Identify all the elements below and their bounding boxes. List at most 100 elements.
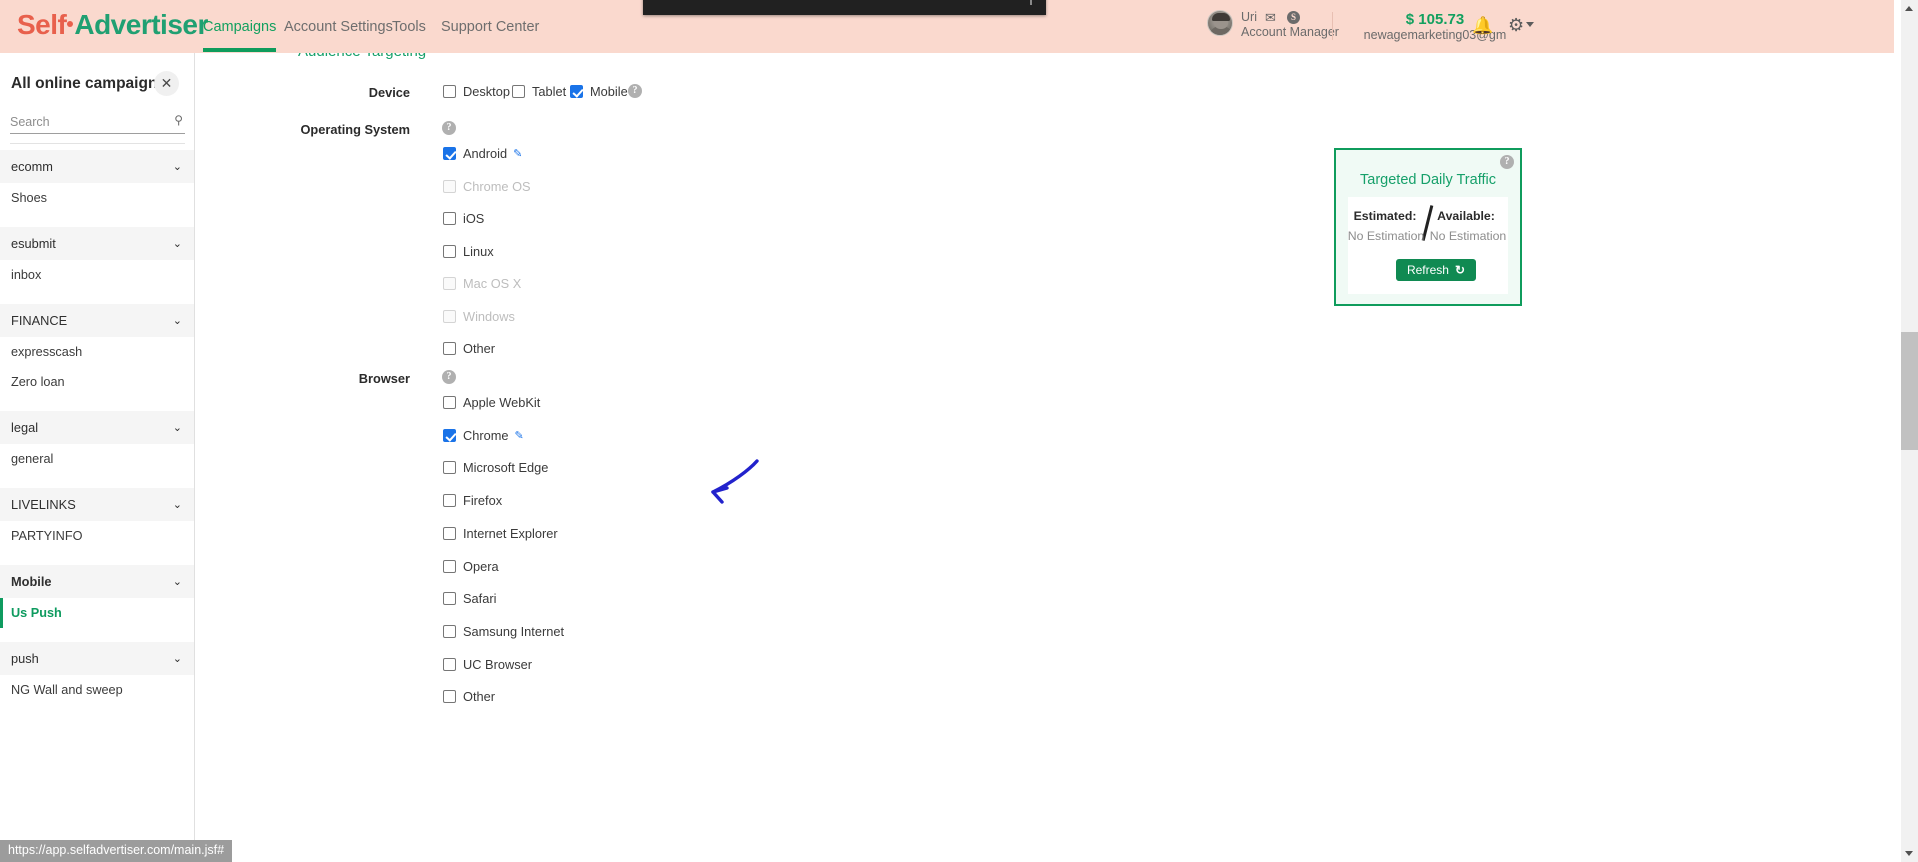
sidebar-group-spacer [0,705,194,719]
sidebar-divider [10,143,185,144]
chevron-down-icon[interactable]: ⌄ [173,652,182,665]
chevron-down-icon[interactable]: ⌄ [173,314,182,327]
checkbox-other[interactable] [443,690,456,704]
sidebar-campaign-label: Shoes [11,191,47,205]
sidebar-campaign-label: expresscash [11,345,83,359]
help-icon-device[interactable]: ? [628,84,642,98]
page-scrollbar[interactable] [1901,0,1918,862]
checkbox-internet-explorer[interactable] [443,526,456,540]
nav-support-center[interactable]: Support Center [441,19,539,47]
help-icon-browser[interactable]: ? [442,370,456,384]
search-input[interactable] [10,115,185,134]
nav-tools[interactable]: Tools [392,19,426,47]
os-option-ios[interactable]: iOS [443,211,484,226]
account-role: Account Manager [1241,25,1339,39]
device-option-desktop-label: Desktop [463,84,510,99]
sidebar-group-mobile[interactable]: Mobile ⌄ [0,565,194,598]
sidebar-group-push[interactable]: push ⌄ [0,642,194,675]
envelope-icon[interactable]: ✉ [1265,10,1276,26]
checkbox-other[interactable] [443,342,456,355]
device-option-tablet[interactable]: Tablet [512,84,566,99]
device-option-mobile[interactable]: Mobile [570,84,628,99]
help-icon-operating-system[interactable]: ? [442,121,456,135]
browser-option-other[interactable]: Other [443,689,495,704]
sidebar-campaign-label: NG Wall and sweep [11,683,123,697]
browser-option-apple-webkit[interactable]: Apple WebKit [443,395,540,410]
chevron-down-icon[interactable]: ⌄ [173,237,182,250]
sidebar-campaign-shoes[interactable]: Shoes [0,183,194,213]
available-value: No Estimation [1429,229,1507,243]
chevron-down-icon[interactable]: ⌄ [173,575,182,588]
sidebar-campaign-ng-wall-and-sweep[interactable]: NG Wall and sweep [0,675,194,705]
nav-account-settings[interactable]: Account Settings [284,19,393,47]
sidebar-group-legal[interactable]: legal ⌄ [0,411,194,444]
bell-icon[interactable]: 🔔 [1472,16,1493,36]
scrollbar-thumb[interactable] [1901,332,1918,450]
sidebar-campaign-expresscash[interactable]: expresscash [0,337,194,367]
checkbox-linux[interactable] [443,244,456,258]
browser-option-microsoft-edge[interactable]: Microsoft Edge [443,460,548,475]
device-option-desktop[interactable]: Desktop [443,84,510,99]
sidebar-group-spacer [0,474,194,488]
sidebar-group-esubmit[interactable]: esubmit ⌄ [0,227,194,260]
browser-option-safari[interactable]: Safari [443,591,496,606]
chevron-down-icon[interactable] [1526,22,1534,27]
option-label: Firefox [463,493,503,509]
checkbox-desktop[interactable] [443,85,456,98]
nav-campaigns[interactable]: Campaigns [203,19,277,52]
checkbox-mobile[interactable] [570,85,583,98]
edit-pencil-icon[interactable]: ✎ [513,147,522,160]
sidebar-campaign-zero-loan[interactable]: Zero loan [0,367,194,397]
browser-option-chrome[interactable]: Chrome ✎ [443,428,524,443]
checkbox-microsoft-edge[interactable] [443,461,456,475]
chevron-up-icon[interactable]: ^ [995,53,1001,60]
option-label: Other [463,689,496,705]
option-label: Android [463,146,508,161]
checkbox-android[interactable] [443,147,456,160]
checkbox-chrome[interactable] [443,428,456,442]
os-option-android[interactable]: Android ✎ [443,146,522,161]
sidebar-campaign-partyinfo[interactable]: PARTYINFO [0,521,194,551]
sidebar-group-spacer [0,628,194,642]
help-icon-traffic[interactable]: ? [1500,155,1514,169]
browser-option-internet-explorer[interactable]: Internet Explorer [443,526,558,541]
checkbox-ios[interactable] [443,212,456,225]
sidebar-campaign-inbox[interactable]: inbox [0,260,194,290]
os-option-linux[interactable]: Linux [443,244,494,259]
sidebar-campaign-general[interactable]: general [0,444,194,474]
account-email: newagemarketing03@gm [1363,28,1507,42]
refresh-button[interactable]: Refresh ↻ [1396,259,1476,281]
chevron-down-icon[interactable]: ⌄ [173,160,182,173]
checkbox-uc-browser[interactable] [443,657,456,671]
close-icon[interactable]: ✕ [154,71,179,96]
checkbox-tablet[interactable] [512,85,525,98]
sidebar-group-ecomm[interactable]: ecomm ⌄ [0,150,194,183]
annotation-arrow [711,459,759,504]
gear-icon[interactable]: ⚙ [1508,15,1524,36]
device-option-mobile-label: Mobile [590,84,628,99]
main-content: Audience Targeting ^ Device Desktop Tabl… [195,53,1880,862]
scroll-down-arrow-icon[interactable] [1901,845,1918,862]
sidebar-campaign-us-push[interactable]: Us Push [0,598,194,628]
skype-icon[interactable]: S [1287,11,1300,24]
sidebar-group-finance[interactable]: FINANCE ⌄ [0,304,194,337]
browser-option-opera[interactable]: Opera [443,559,499,574]
search-icon[interactable]: ⚲ [174,113,183,127]
edit-pencil-icon[interactable]: ✎ [515,429,524,442]
checkbox-opera[interactable] [443,559,456,573]
os-option-windows: Windows [443,309,515,324]
browser-option-uc-browser[interactable]: UC Browser [443,657,532,672]
chevron-down-icon[interactable]: ⌄ [173,421,182,434]
scroll-up-arrow-icon-top[interactable] [1901,0,1918,53]
browser-option-firefox[interactable]: Firefox [443,493,502,508]
sidebar-group-label: LIVELINKS [11,497,76,512]
chevron-down-icon[interactable]: ⌄ [173,498,182,511]
checkbox-firefox[interactable] [443,494,456,508]
checkbox-safari[interactable] [443,592,456,606]
checkbox-samsung-internet[interactable] [443,624,456,638]
app-logo[interactable]: Self Advertiser [17,9,208,41]
browser-option-samsung-internet[interactable]: Samsung Internet [443,624,564,639]
checkbox-apple-webkit[interactable] [443,396,456,409]
sidebar-group-livelinks[interactable]: LIVELINKS ⌄ [0,488,194,521]
os-option-other[interactable]: Other [443,341,495,356]
